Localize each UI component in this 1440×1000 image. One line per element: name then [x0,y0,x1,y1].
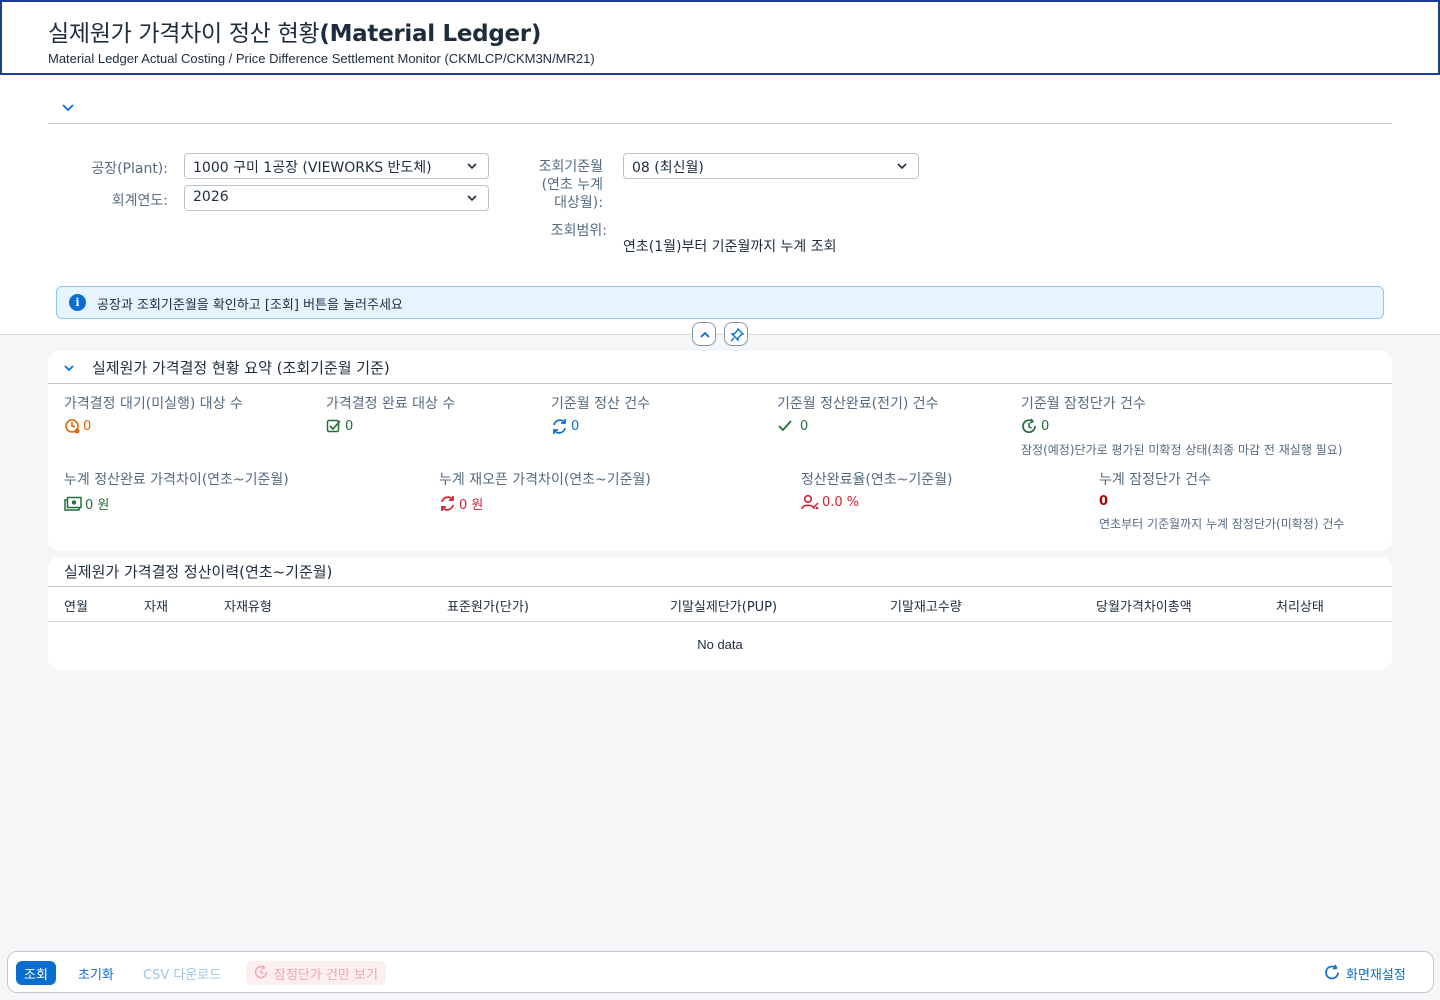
chevron-down-icon[interactable] [60,99,76,115]
kpi-period-settlements: 기준월 정산 건수 0 [551,396,651,434]
column-header-status[interactable]: 처리상태 [1276,596,1324,615]
kpi-period-settlements-value: 0 [571,419,580,434]
csv-download-button[interactable]: CSV 다운로드 [135,961,229,985]
refresh-clock-icon [254,965,268,979]
kpi-cumulative-reopened-value: 0 원 [459,498,484,513]
sync-icon [553,419,566,434]
checkbox-icon [326,419,341,433]
column-header-material-type[interactable]: 자재유형 [224,596,272,615]
checkmark-icon [778,420,792,432]
reopen-sync-icon [441,496,454,511]
kpi-cumulative-settled: 누계 정산완료 가격차이(연초~기준월) 0 원 [64,472,289,513]
kpi-settlement-rate-value: 0.0 % [822,494,860,510]
info-icon: i [69,294,86,311]
chevron-down-icon[interactable] [62,361,76,375]
collapse-header-button[interactable] [692,322,716,346]
kpi-cumulative-provisional: 누계 잠정단가 건수 0 연초부터 기준월까지 누계 잠정단가(미확정) 건수 [1099,472,1345,531]
kpi-pending: 가격결정 대기(미실행) 대상 수 0 [64,396,243,434]
column-header-standard-cost[interactable]: 표준원가(단가) [447,596,529,615]
column-header-material[interactable]: 자재 [144,596,168,615]
chevron-down-icon [467,195,477,202]
user-rate-icon [801,494,819,510]
kpi-cumulative-provisional-note: 연초부터 기준월까지 누계 잠정단가(미확정) 건수 [1099,517,1345,531]
column-header-ending-stock-qty[interactable]: 기말재고수량 [890,596,962,615]
kpi-period-provisional: 기준월 잠정단가 건수 0 잠정(예정)단가로 평가된 미확정 상태(최종 마감… [1021,396,1343,457]
screen-reset-button[interactable]: 화면재설정 [1322,961,1414,985]
chevron-down-icon [897,163,907,170]
info-message-strip: i 공장과 조회기준월을 확인하고 [조회] 버튼을 눌러주세요 [56,286,1384,319]
column-header-price-difference-total[interactable]: 당월가격차이총액 [1096,596,1192,615]
kpi-cumulative-reopened: 누계 재오픈 가격차이(연초~기준월) 0 원 [439,472,651,513]
range-value: 연초(1월)부터 기준월까지 누계 조회 [623,239,837,255]
kpi-completed-targets-value: 0 [345,418,354,434]
money-bills-icon [64,496,82,511]
kpi-completed-targets: 가격결정 완료 대상 수 0 [326,396,456,434]
kpi-cumulative-settled-value: 0 원 [85,498,110,513]
filter-divider [48,123,1392,124]
history-table-card: 실제원가 가격결정 정산이력(연초~기준월) 연월 자재 자재유형 표준원가(단… [48,557,1392,670]
kpi-period-posted-value: 0 [800,418,809,434]
history-table-title: 실제원가 가격결정 정산이력(연초~기준월) [64,563,333,581]
pin-header-button[interactable] [724,322,748,346]
chevron-up-icon [700,331,710,338]
table-header-row: 연월 자재 자재유형 표준원가(단가) 기말실제단가(PUP) 기말재고수량 당… [48,586,1392,622]
summary-card-header[interactable]: 실제원가 가격결정 현황 요약 (조회기준월 기준) [48,351,1392,384]
page-title: 실제원가 가격차이 정산 현황(Material Ledger) [48,21,542,47]
kpi-period-provisional-note: 잠정(예정)단가로 평가된 미확정 상태(최종 마감 전 재실행 필요) [1021,443,1343,457]
fiscal-year-select[interactable]: 2026 [184,185,489,211]
summary-card: 실제원가 가격결정 현황 요약 (조회기준월 기준) 가격결정 대기(미실행) … [48,351,1392,551]
provisional-only-label: 잠정단가 건만 보기 [274,968,378,983]
provisional-only-button[interactable]: 잠정단가 건만 보기 [246,961,386,985]
page-subtitle: Material Ledger Actual Costing / Price D… [48,51,595,66]
column-header-yearmonth[interactable]: 연월 [64,596,88,615]
page-header: 실제원가 가격차이 정산 현황(Material Ledger) Materia… [0,0,1440,75]
fiscal-year-value: 2026 [193,189,229,205]
refresh-icon [1325,964,1339,980]
plant-select[interactable]: 1000 구미 1공장 (VIEWORKS 반도체) [184,153,489,179]
plant-select-value: 1000 구미 1공장 (VIEWORKS 반도체) [193,160,432,176]
no-data-text: No data [697,637,743,652]
summary-title: 실제원가 가격결정 현황 요약 (조회기준월 기준) [92,359,390,377]
filter-bar: 공장(Plant): 1000 구미 1공장 (VIEWORKS 반도체) 회계… [0,75,1440,335]
footer-toolbar: 조회 초기화 CSV 다운로드 잠정단가 건만 보기 화면재설정 [7,951,1434,993]
screen-reset-label: 화면재설정 [1346,968,1406,983]
kpi-pending-value: 0 [83,418,92,434]
search-button[interactable]: 조회 [16,961,56,985]
range-label: 조회범위: [550,223,607,239]
kpi-cumulative-provisional-value: 0 [1099,494,1109,509]
period-label: 조회기준월 (연초 누계 대상월): [538,159,603,211]
plant-label: 공장(Plant): [91,161,168,177]
period-select[interactable]: 08 (최신월) [623,153,919,179]
chevron-down-icon [467,163,477,170]
pin-icon [730,328,744,342]
refresh-clock-icon [1022,418,1036,434]
reset-button[interactable]: 초기화 [70,961,122,985]
pending-clock-icon [65,419,80,434]
column-header-periodic-unit-price[interactable]: 기말실제단가(PUP) [670,596,777,615]
info-message-text: 공장과 조회기준월을 확인하고 [조회] 버튼을 눌러주세요 [97,298,403,313]
kpi-period-posted: 기준월 정산완료(전기) 건수 0 [777,396,939,434]
fiscal-year-label: 회계연도: [111,193,168,209]
kpi-settlement-rate: 정산완료율(연초~기준월) 0.0 % [801,472,953,510]
kpi-period-provisional-value: 0 [1041,419,1050,434]
period-select-value: 08 (최신월) [632,160,704,176]
